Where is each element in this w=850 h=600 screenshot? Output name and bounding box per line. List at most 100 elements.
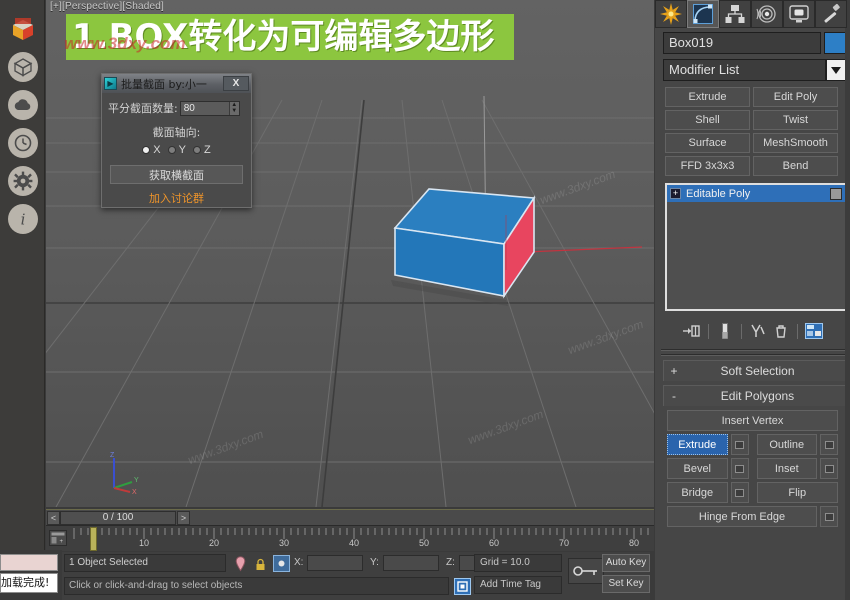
object-name-field[interactable]: Box019: [663, 32, 821, 54]
remove-modifier-icon[interactable]: [771, 321, 791, 341]
viewport-label: [+][Perspective][Shaded]: [50, 1, 165, 12]
display-tab[interactable]: [783, 0, 815, 28]
clock-icon[interactable]: [8, 128, 38, 158]
modifier-button-ffd[interactable]: FFD 3x3x3: [665, 156, 750, 176]
grid-status: Grid = 10.0: [474, 554, 562, 572]
cloud-icon[interactable]: [8, 90, 38, 120]
y-coord-label: Y:: [370, 557, 379, 568]
command-panel: Box019 Modifier List Extrude Edit Poly S…: [655, 0, 850, 600]
y-coord-field[interactable]: [383, 555, 439, 571]
close-icon[interactable]: X: [223, 76, 249, 91]
prompt-line: Click or click-and-drag to select object…: [64, 577, 449, 595]
radio-axis-y[interactable]: Y: [167, 144, 186, 156]
chevron-down-icon[interactable]: [826, 59, 846, 81]
modify-tab[interactable]: [687, 0, 719, 28]
modifier-button-shell[interactable]: Shell: [665, 110, 750, 130]
tutorial-banner-text: 1.BOX转化为可编辑多边形: [72, 17, 495, 57]
snap-toggle-icon[interactable]: [454, 578, 471, 595]
load-progress-bar: [0, 554, 58, 571]
open-mini-curve-editor-icon[interactable]: +: [49, 530, 67, 546]
edit-polygons-buttons: Extrude Outline Bevel Inset Bridge Flip: [667, 434, 838, 527]
modifier-button-surface[interactable]: Surface: [665, 133, 750, 153]
time-slider-handle[interactable]: [90, 527, 97, 551]
configure-modifier-sets-icon[interactable]: [804, 321, 824, 341]
modifier-button-meshsmooth[interactable]: MeshSmooth: [753, 133, 838, 153]
section-count-stepper[interactable]: 80 ▲ ▼: [179, 100, 240, 116]
track-bar-ruler: 10 20 30 40 50 60 70 80: [72, 526, 654, 552]
x-coord-field[interactable]: [307, 555, 363, 571]
radio-dot-icon: [142, 146, 151, 154]
cube-icon[interactable]: [8, 52, 38, 82]
radio-axis-x[interactable]: X: [142, 144, 161, 156]
join-group-link[interactable]: 加入讨论群: [108, 190, 245, 206]
make-unique-icon[interactable]: [748, 321, 768, 341]
utilities-tab[interactable]: [815, 0, 847, 28]
perspective-viewport[interactable]: [+][Perspective][Shaded] 1.BOX转化为可编辑多边形 …: [46, 0, 654, 507]
track-bar[interactable]: + 10 20 30 40 50 60 70 80: [46, 525, 654, 551]
command-panel-scrollbar[interactable]: [845, 28, 850, 600]
stack-visibility-toggle-icon[interactable]: [830, 187, 842, 200]
show-end-result-icon[interactable]: [715, 321, 735, 341]
next-frame-button[interactable]: >: [177, 511, 190, 525]
modifier-button-bend[interactable]: Bend: [753, 156, 838, 176]
extrude-settings-icon[interactable]: [730, 434, 749, 455]
bridge-button[interactable]: Bridge: [667, 482, 728, 503]
extrude-cell: Extrude: [667, 434, 749, 455]
radio-axis-x-label: X: [153, 144, 161, 156]
modifier-button-twist[interactable]: Twist: [753, 110, 838, 130]
pin-stack-icon[interactable]: [682, 321, 702, 341]
bevel-settings-icon[interactable]: [730, 458, 749, 479]
outline-button[interactable]: Outline: [756, 434, 817, 455]
rollout-edit-polygons[interactable]: - Edit Polygons: [663, 385, 849, 406]
time-slider-bar[interactable]: < 0 / 100 >: [46, 509, 654, 525]
modifier-button-extrude[interactable]: Extrude: [665, 87, 750, 107]
bevel-button[interactable]: Bevel: [667, 458, 728, 479]
object-color-swatch[interactable]: [824, 32, 846, 54]
axis-z-label: Z: [110, 452, 115, 459]
gear-icon[interactable]: [8, 166, 38, 196]
modifier-list-row: Modifier List: [663, 59, 846, 81]
extrude-button[interactable]: Extrude: [667, 434, 728, 455]
add-time-tag-button[interactable]: Add Time Tag: [474, 576, 562, 594]
lock-icon[interactable]: [252, 555, 268, 573]
modifier-stack[interactable]: + Editable Poly: [665, 183, 847, 311]
tutorial-banner: 1.BOX转化为可编辑多边形: [66, 14, 514, 60]
dialog-title-bar[interactable]: ▶ 批量截面 by:小一 X: [102, 74, 251, 93]
insert-vertex-button[interactable]: Insert Vertex: [667, 410, 838, 431]
section-count-row: 平分截面数量: 80 ▲ ▼: [108, 100, 245, 116]
bevel-cell: Bevel: [667, 458, 749, 479]
radio-axis-z[interactable]: Z: [192, 144, 211, 156]
toolbar-separator: [740, 323, 742, 339]
auto-key-button[interactable]: Auto Key: [602, 554, 650, 572]
radio-dot-icon: [192, 146, 201, 154]
get-section-button[interactable]: 获取横截面: [110, 165, 243, 184]
stack-item-editable-poly[interactable]: + Editable Poly: [667, 185, 845, 202]
spinner-arrows-icon[interactable]: ▲ ▼: [228, 101, 239, 115]
modifier-list-select[interactable]: Modifier List: [663, 59, 826, 81]
batch-section-dialog[interactable]: ▶ 批量截面 by:小一 X 平分截面数量: 80 ▲ ▼ 截面轴向: X Y …: [101, 73, 252, 208]
set-key-button[interactable]: Set Key: [602, 575, 650, 593]
axis-y-label: Y: [134, 477, 139, 484]
motion-tab[interactable]: [751, 0, 783, 28]
selection-lock-pin-icon[interactable]: [232, 555, 248, 573]
hinge-from-edge-settings-icon[interactable]: [820, 506, 838, 527]
info-icon[interactable]: i: [8, 204, 38, 234]
modifier-button-edit-poly[interactable]: Edit Poly: [753, 87, 838, 107]
absolute-relative-transform-icon[interactable]: [273, 555, 290, 572]
expand-icon[interactable]: +: [670, 188, 681, 199]
bridge-settings-icon[interactable]: [730, 482, 749, 503]
outline-settings-icon[interactable]: [820, 434, 838, 455]
rollout-soft-selection[interactable]: + Soft Selection: [663, 360, 849, 381]
key-mode-toggle-icon[interactable]: [568, 558, 604, 584]
inset-settings-icon[interactable]: [820, 458, 838, 479]
create-tab[interactable]: [655, 0, 687, 28]
hierarchy-tab[interactable]: [719, 0, 751, 28]
flip-button[interactable]: Flip: [756, 482, 838, 503]
stack-item-label: Editable Poly: [686, 187, 751, 200]
current-frame-field[interactable]: 0 / 100: [60, 511, 176, 525]
course-cube-icon[interactable]: [8, 14, 38, 44]
track-tick-70: 70: [558, 538, 570, 548]
hinge-from-edge-button[interactable]: Hinge From Edge: [667, 506, 817, 527]
prev-frame-button[interactable]: <: [47, 511, 60, 525]
inset-button[interactable]: Inset: [756, 458, 817, 479]
